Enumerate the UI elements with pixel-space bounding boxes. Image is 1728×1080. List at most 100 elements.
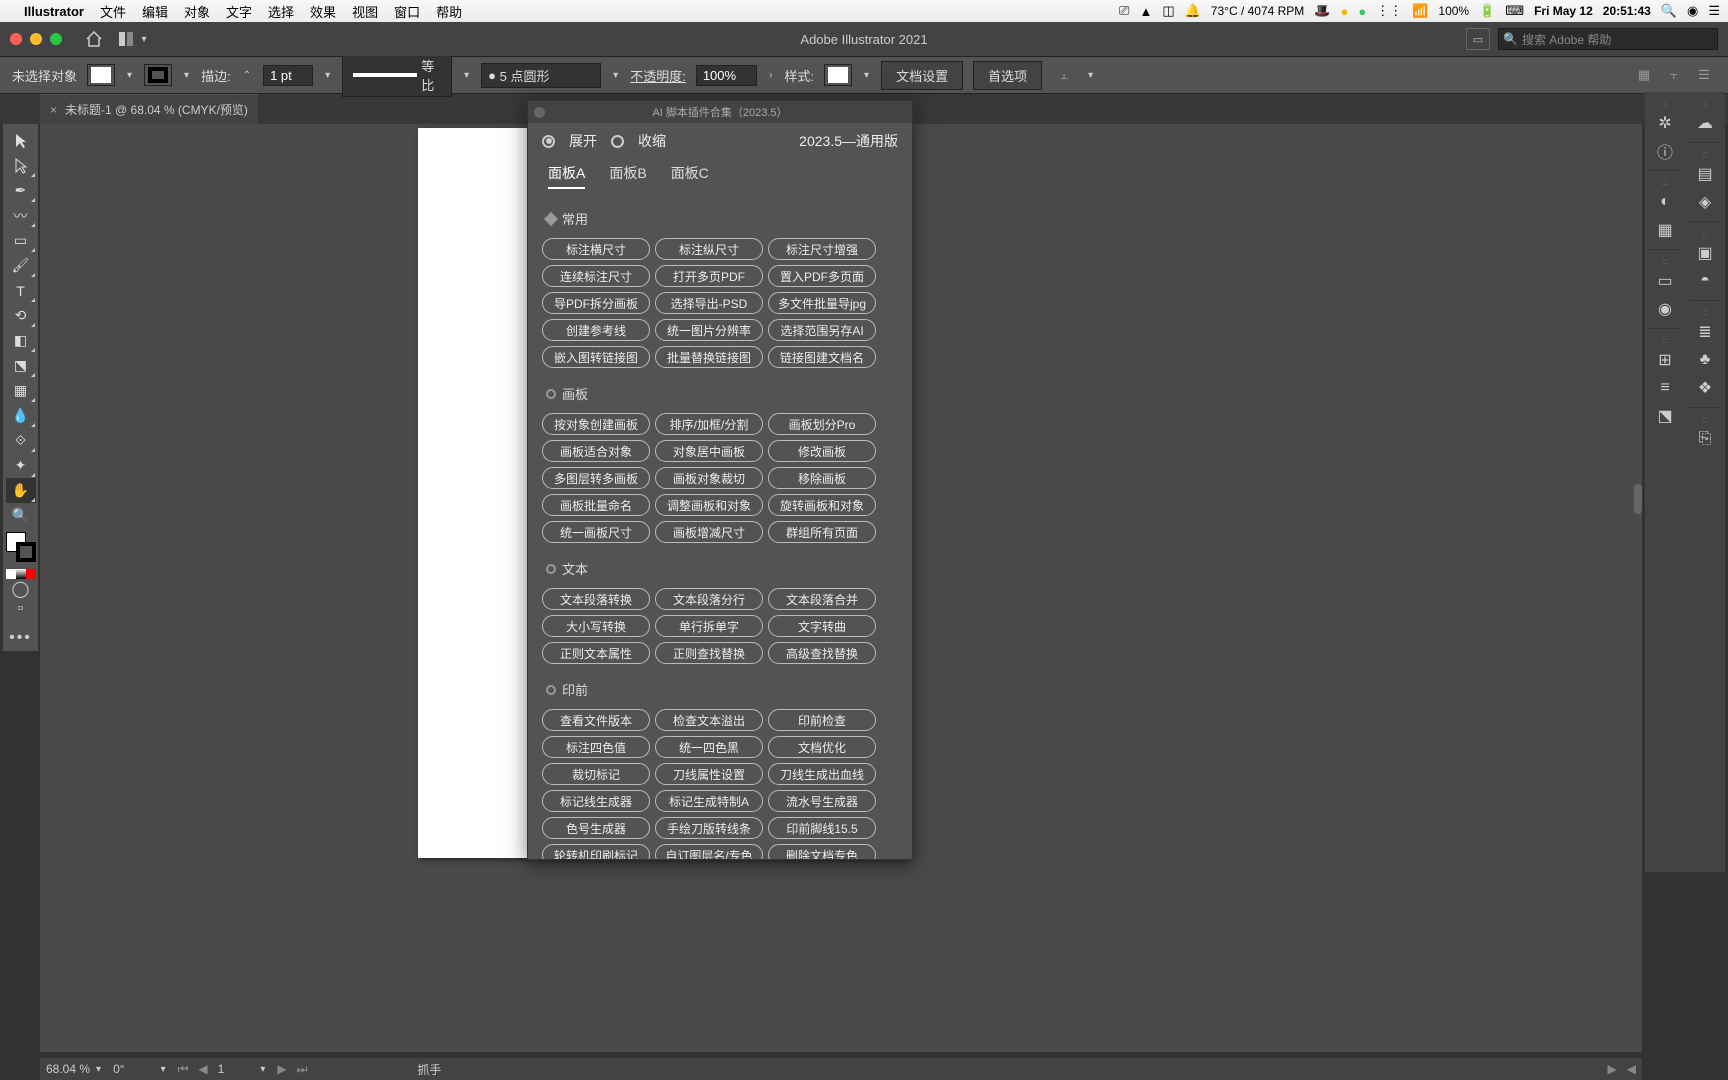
script-button[interactable]: 创建参考线 xyxy=(542,319,650,341)
script-button[interactable]: 标注尺寸增强 xyxy=(768,238,876,260)
opacity-input[interactable]: 100% xyxy=(696,65,757,86)
menu-window[interactable]: 窗口 xyxy=(394,2,420,21)
script-button[interactable]: 自订图层名/专色 xyxy=(655,844,763,859)
menu-select[interactable]: 选择 xyxy=(268,2,294,21)
zoom-tool[interactable]: 🔍 xyxy=(6,503,36,528)
curvature-tool[interactable]: 〰 xyxy=(6,203,36,228)
script-button[interactable]: 文字转曲 xyxy=(768,615,876,637)
script-button[interactable]: 调整画板和对象 xyxy=(655,494,763,516)
panel-handle[interactable]: :: xyxy=(1695,307,1715,317)
artboard-nav-input[interactable]: 1▾ xyxy=(218,1062,268,1076)
rotate-tool[interactable]: ⟲ xyxy=(6,303,36,328)
menu-help[interactable]: 帮助 xyxy=(436,2,462,21)
menu-edit[interactable]: 编辑 xyxy=(142,2,168,21)
align-control[interactable]: ⫠ xyxy=(1052,63,1076,87)
stroke-profile[interactable]: 等比 xyxy=(342,53,452,97)
next-artboard[interactable]: ▶ xyxy=(277,1062,286,1076)
tab-panel-b[interactable]: 面板B xyxy=(609,163,646,189)
spotlight-icon[interactable]: 🔍 xyxy=(1661,3,1677,19)
menu-icon[interactable]: ☰ xyxy=(1692,63,1716,87)
artboards-panel-icon[interactable]: ❖ xyxy=(1689,375,1721,401)
eraser-tool[interactable]: ◧ xyxy=(6,328,36,353)
script-panel-close[interactable] xyxy=(534,107,545,118)
person-icon[interactable]: ▲ xyxy=(1139,4,1152,19)
script-button[interactable]: 刀线属性设置 xyxy=(655,763,763,785)
properties-panel-icon[interactable]: ✲ xyxy=(1649,110,1681,136)
screen-mode[interactable]: ▫ xyxy=(6,599,36,619)
script-button[interactable]: 文本段落分行 xyxy=(655,588,763,610)
battery-icon[interactable]: 🔋 xyxy=(1479,3,1495,19)
menu-object[interactable]: 对象 xyxy=(184,2,210,21)
menu-effect[interactable]: 效果 xyxy=(310,2,336,21)
panel-handle[interactable]: :: xyxy=(1655,335,1675,345)
menu-file[interactable]: 文件 xyxy=(100,2,126,21)
menu-view[interactable]: 视图 xyxy=(352,2,378,21)
script-button[interactable]: 对象居中画板 xyxy=(655,440,763,462)
script-button[interactable]: 画板划分Pro xyxy=(768,413,876,435)
script-button[interactable]: 画板适合对象 xyxy=(542,440,650,462)
opacity-label[interactable]: 不透明度: xyxy=(630,66,686,85)
brush-def[interactable]: ● 5 点圆形 xyxy=(481,63,601,88)
paintbrush-tool[interactable]: 🖌 xyxy=(6,253,36,278)
script-button[interactable]: 选择范围另存AI xyxy=(768,319,876,341)
stroke-weight-down[interactable]: ⌃ xyxy=(241,70,253,81)
preferences-button[interactable]: 首选项 xyxy=(973,61,1042,90)
script-button[interactable]: 批量替换链接图 xyxy=(655,346,763,368)
scroll-right[interactable]: ◀ xyxy=(1627,1062,1636,1076)
script-button[interactable]: 删除文档专色 xyxy=(768,844,876,859)
maximize-window[interactable] xyxy=(50,33,62,45)
script-button[interactable]: 画板批量命名 xyxy=(542,494,650,516)
direct-selection-tool[interactable] xyxy=(6,153,36,178)
script-button[interactable]: 旋转画板和对象 xyxy=(768,494,876,516)
script-button[interactable]: 文本段落合并 xyxy=(768,588,876,610)
script-button[interactable]: 标注纵尺寸 xyxy=(655,238,763,260)
panel-handle[interactable]: :: xyxy=(1655,177,1675,187)
script-button[interactable]: 画板增减尺寸 xyxy=(655,521,763,543)
zoom-control[interactable]: 68.04 %▾ xyxy=(46,1062,103,1076)
script-button[interactable]: 导PDF拆分画板 xyxy=(542,292,650,314)
expand-radio[interactable] xyxy=(542,135,555,148)
pen-tool[interactable]: ✒ xyxy=(6,178,36,203)
links-panel-icon[interactable]: ⎘ xyxy=(1689,426,1721,452)
info-panel-icon[interactable]: ⓘ xyxy=(1649,138,1681,164)
script-button[interactable]: 刀线生成出血线 xyxy=(768,763,876,785)
panel-handle[interactable]: :: xyxy=(1695,414,1715,424)
gradient-panel-icon[interactable]: ◉ xyxy=(1649,296,1681,322)
script-button[interactable]: 正则文本属性 xyxy=(542,642,650,664)
graphic-styles-panel-icon[interactable]: ◓ xyxy=(1689,268,1721,294)
close-window[interactable] xyxy=(10,33,22,45)
rotation-control[interactable]: 0°▾ xyxy=(113,1062,168,1076)
panel-handle[interactable]: :: xyxy=(1655,256,1675,266)
script-button[interactable]: 轮转机印刷标记 xyxy=(542,844,650,859)
home-button[interactable] xyxy=(80,27,108,51)
bluetooth-icon[interactable]: ⋮⋮ xyxy=(1376,3,1402,19)
close-tab-icon[interactable]: × xyxy=(50,103,57,117)
script-button[interactable]: 文本段落转换 xyxy=(542,588,650,610)
script-button[interactable]: 打开多页PDF xyxy=(655,265,763,287)
script-panel-titlebar[interactable]: AI 脚本插件合集（2023.5） xyxy=(528,101,912,123)
eyedropper-tool[interactable]: 💧 xyxy=(6,403,36,428)
stroke-weight-input[interactable]: 1 pt xyxy=(263,65,313,86)
script-button[interactable]: 连续标注尺寸 xyxy=(542,265,650,287)
symbol-sprayer-tool[interactable]: ✦ xyxy=(6,453,36,478)
transform-panel-icon[interactable]: ⊞ xyxy=(1649,347,1681,373)
script-button[interactable]: 印前检查 xyxy=(768,709,876,731)
scrollbar-thumb[interactable] xyxy=(1634,484,1642,514)
fill-stroke-control[interactable] xyxy=(6,532,36,567)
hat-icon[interactable]: 🎩 xyxy=(1314,3,1330,19)
script-button[interactable]: 裁切标记 xyxy=(542,763,650,785)
color-mode[interactable] xyxy=(6,569,36,579)
script-button[interactable]: 大小写转换 xyxy=(542,615,650,637)
script-button[interactable]: 单行拆单字 xyxy=(655,615,763,637)
script-button[interactable]: 画板对象裁切 xyxy=(655,467,763,489)
type-tool[interactable]: T xyxy=(6,278,36,303)
tab-panel-a[interactable]: 面板A xyxy=(548,163,585,189)
script-button[interactable]: 嵌入图转链接图 xyxy=(542,346,650,368)
swatches-panel-icon[interactable]: ▦ xyxy=(1649,217,1681,243)
brushes-panel-icon[interactable]: ▤ xyxy=(1689,161,1721,187)
script-button[interactable]: 文档优化 xyxy=(768,736,876,758)
script-button[interactable]: 置入PDF多页面 xyxy=(768,265,876,287)
script-button[interactable]: 标注横尺寸 xyxy=(542,238,650,260)
crop-icon[interactable]: ▦ xyxy=(1632,63,1656,87)
panel-handle[interactable]: :: xyxy=(1695,149,1715,159)
